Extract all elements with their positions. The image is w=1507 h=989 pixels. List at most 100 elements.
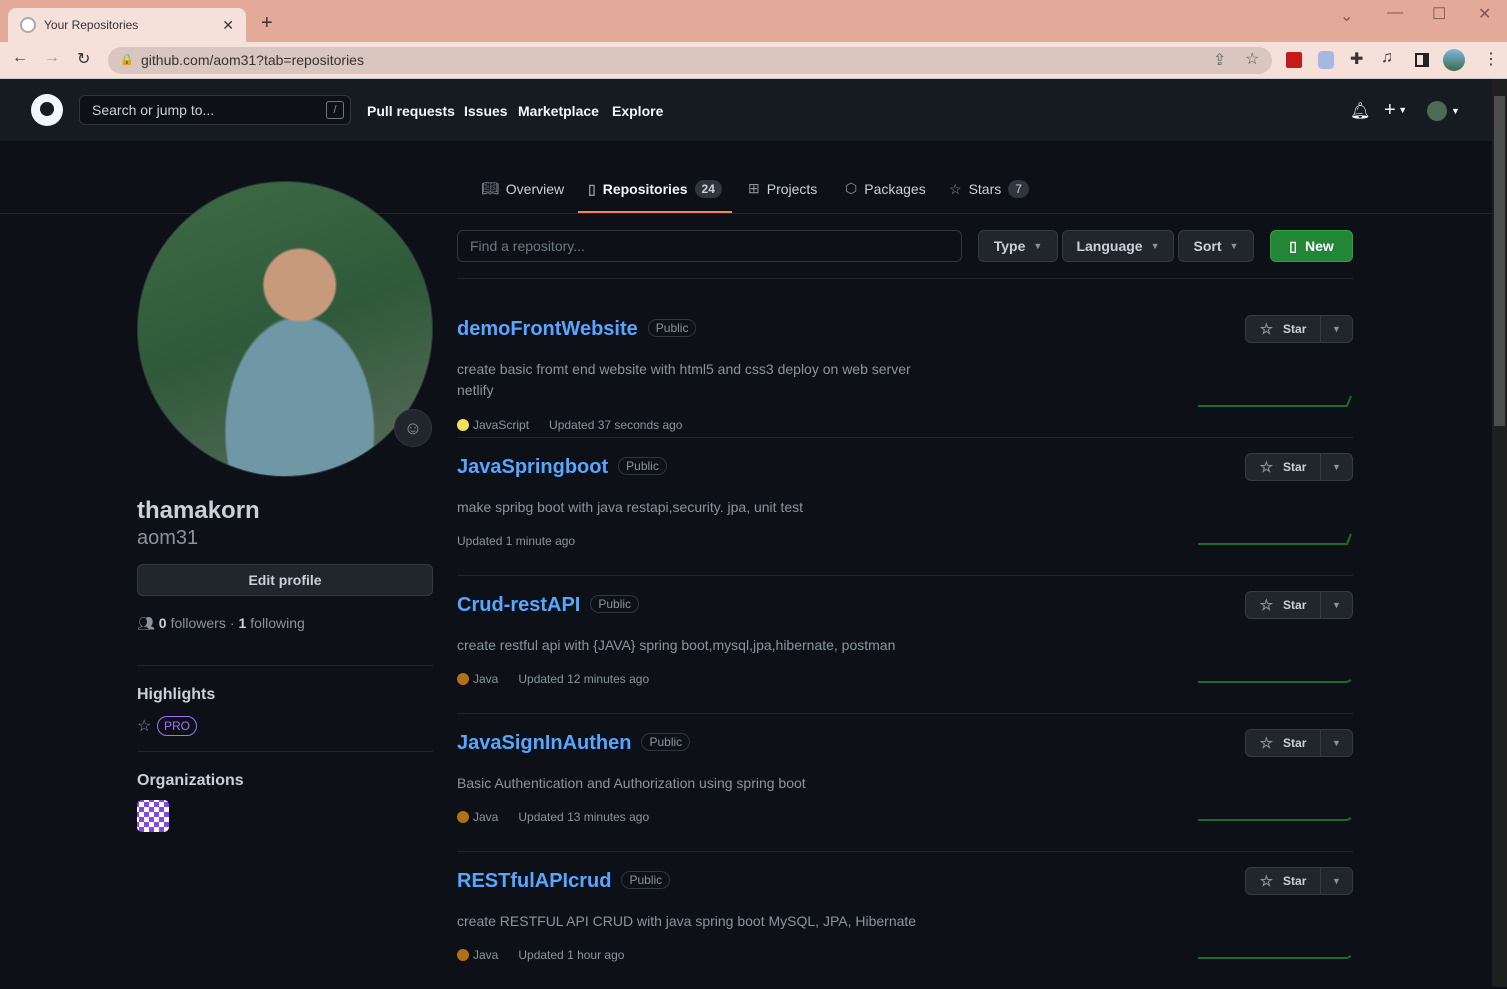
caret-down-icon: ▼ <box>1150 241 1160 251</box>
tab-packages[interactable]: ⬡ Packages <box>845 180 926 197</box>
tab-label: Overview <box>505 180 565 197</box>
notifications-bell-icon[interactable]: 🔔︎ <box>1350 101 1370 121</box>
tab-repositories[interactable]: ▯ Repositories 24 <box>588 180 722 198</box>
scrollbar-thumb[interactable] <box>1494 96 1505 426</box>
create-new-dropdown[interactable]: + ▼ <box>1384 99 1407 122</box>
tab-label: Stars <box>968 181 1002 197</box>
activity-sparkline <box>1198 395 1352 407</box>
repo-meta: Java Updated 12 minutes ago <box>457 672 649 686</box>
repo-name-link[interactable]: demoFrontWebsite <box>457 318 638 340</box>
side-panel-icon[interactable] <box>1415 53 1429 67</box>
forward-icon[interactable]: → <box>44 49 60 67</box>
star-button[interactable]: ☆ Star <box>1246 730 1321 756</box>
new-label: New <box>1304 238 1334 254</box>
bookmark-star-icon[interactable]: ☆ <box>1245 49 1259 69</box>
back-icon[interactable]: ← <box>12 49 28 67</box>
browser-menu-icon[interactable]: ⋮ <box>1483 49 1499 69</box>
browser-profile-avatar[interactable] <box>1443 49 1465 71</box>
close-window-icon[interactable]: ✕ <box>1478 4 1491 24</box>
repo-name-link[interactable]: JavaSignInAuthen <box>457 732 631 754</box>
nav-explore[interactable]: Explore <box>612 103 663 119</box>
slash-key-hint: / <box>326 101 344 119</box>
tab-label: Packages <box>864 180 926 197</box>
avatar-caret-icon[interactable]: ▼ <box>1451 106 1460 116</box>
type-label: Type <box>993 238 1026 254</box>
star-list-dropdown[interactable]: ▼ <box>1321 316 1352 342</box>
star-button-group: ☆ Star ▼ <box>1245 591 1353 619</box>
address-bar[interactable]: 🔒 github.com/aom31?tab=repositories <box>108 47 1272 74</box>
new-tab-icon[interactable]: + <box>261 12 273 35</box>
repo-updated: Updated 1 hour ago <box>518 948 625 962</box>
star-button-group: ☆ Star ▼ <box>1245 867 1353 895</box>
repo-language: JavaScript <box>473 418 530 432</box>
user-avatar-menu[interactable] <box>1427 101 1447 121</box>
tab-overview[interactable]: 📖︎ Overview <box>481 180 564 197</box>
share-icon[interactable]: ⇪ <box>1213 50 1226 70</box>
tab-projects[interactable]: ⊞ Projects <box>748 180 817 197</box>
repo-list-item: JavaSpringboot Public make spribg boot wi… <box>457 437 1353 575</box>
star-icon: ☆ <box>1259 321 1274 338</box>
browser-tab[interactable]: Your Repositories ✕ <box>8 8 246 42</box>
following-count[interactable]: 1 <box>239 615 247 632</box>
tab-stars[interactable]: ☆ Stars 7 <box>949 180 1029 198</box>
repo-name-link[interactable]: RESTfulAPIcrud <box>457 870 611 892</box>
find-repository-input[interactable]: Find a repository... <box>457 230 962 262</box>
close-tab-icon[interactable]: ✕ <box>222 17 234 34</box>
activity-sparkline <box>1198 817 1352 821</box>
star-list-dropdown[interactable]: ▼ <box>1321 454 1352 480</box>
repo-updated: Updated 1 minute ago <box>457 534 576 548</box>
pdf-extension-icon[interactable] <box>1286 52 1302 68</box>
minimize-icon[interactable]: — <box>1387 4 1403 22</box>
star-button[interactable]: ☆ Star <box>1246 316 1321 342</box>
global-search-input[interactable]: Search or jump to... / <box>79 95 351 125</box>
repo-description: create restful api with {JAVA} spring bo… <box>457 637 896 653</box>
sidebar-divider <box>137 665 433 666</box>
nav-pull-requests[interactable]: Pull requests <box>367 103 455 119</box>
repo-meta: Java Updated 1 hour ago <box>457 948 624 962</box>
followers-count[interactable]: 0 <box>159 615 167 632</box>
repo-name-link[interactable]: Crud-restAPI <box>457 594 580 616</box>
sort-button[interactable]: Sort ▼ <box>1178 230 1254 262</box>
nav-issues[interactable]: Issues <box>464 103 508 119</box>
tab-label: Projects <box>766 180 818 197</box>
star-label: Star <box>1283 460 1307 474</box>
repo-icon: ▯ <box>588 180 596 197</box>
extension-icon[interactable] <box>1318 51 1334 69</box>
tab-search-icon[interactable]: ⌄ <box>1340 6 1353 26</box>
star-list-dropdown[interactable]: ▼ <box>1321 730 1352 756</box>
github-logo-icon[interactable] <box>31 94 63 126</box>
reload-icon[interactable]: ↻ <box>77 49 90 69</box>
activity-sparkline <box>1198 679 1352 683</box>
tab-title: Your Repositories <box>44 18 139 32</box>
language-label: Language <box>1076 238 1143 254</box>
set-status-smiley-icon[interactable]: ☺ <box>394 409 432 447</box>
stars-count: 7 <box>1008 180 1029 198</box>
new-repository-button[interactable]: ▯ New <box>1270 230 1353 262</box>
following-link[interactable]: following <box>250 615 304 632</box>
star-list-dropdown[interactable]: ▼ <box>1321 592 1352 618</box>
followers-link[interactable]: followers <box>171 615 226 632</box>
book-icon: 📖︎ <box>481 180 499 196</box>
language-filter-button[interactable]: Language ▼ <box>1062 230 1174 262</box>
star-button[interactable]: ☆ Star <box>1246 454 1321 480</box>
media-icon[interactable]: ♫ <box>1381 49 1393 67</box>
visibility-badge: Public <box>621 871 671 889</box>
extensions-puzzle-icon[interactable]: ✚ <box>1350 49 1363 69</box>
star-button[interactable]: ☆ Star <box>1246 592 1321 618</box>
repo-name-link[interactable]: JavaSpringboot <box>457 456 608 478</box>
type-filter-button[interactable]: Type ▼ <box>978 230 1058 262</box>
nav-marketplace[interactable]: Marketplace <box>518 103 599 119</box>
organization-avatar[interactable] <box>137 800 169 832</box>
caret-down-icon: ▼ <box>1033 241 1043 251</box>
star-icon: ☆ <box>1259 459 1274 476</box>
follow-stats: 👥︎ 0 followers · 1 following <box>137 615 305 632</box>
star-button[interactable]: ☆ Star <box>1246 868 1321 894</box>
maximize-icon[interactable]: ☐ <box>1432 4 1446 24</box>
star-list-dropdown[interactable]: ▼ <box>1321 868 1352 894</box>
url-text: github.com/aom31?tab=repositories <box>141 52 364 68</box>
search-placeholder: Search or jump to... <box>92 102 215 118</box>
language-color-dot <box>457 419 469 431</box>
edit-profile-button[interactable]: Edit profile <box>137 564 433 596</box>
table-icon: ⊞ <box>748 180 760 196</box>
activity-sparkline <box>1198 533 1352 545</box>
